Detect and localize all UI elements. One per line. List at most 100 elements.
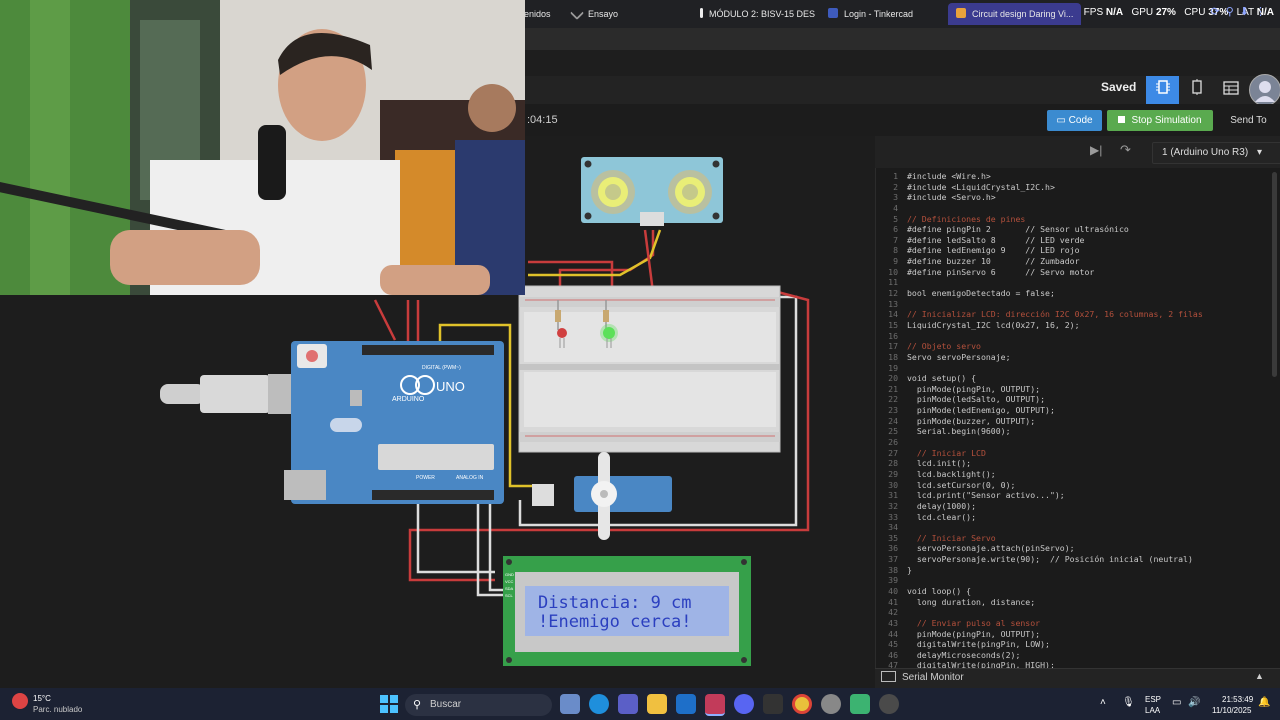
fps-value: N/A: [1105, 7, 1124, 18]
code-text: lcd.setCursor(0, 0);: [907, 479, 1016, 490]
code-text: // Definiciones de pines: [907, 213, 1026, 224]
line-number: 13: [888, 298, 898, 309]
lcd-display: Distancia: 9 cm !Enemigo cerca! GND VCC …: [503, 556, 751, 666]
step-over-icon[interactable]: ↷: [1120, 142, 1131, 158]
code-line: 26: [878, 437, 1274, 448]
code-line: 29 lcd.backlight();: [878, 469, 1274, 480]
language-indicator[interactable]: ESP: [1145, 695, 1161, 704]
line-number: 38: [888, 564, 898, 575]
line-number: 31: [888, 490, 898, 501]
browser-tab[interactable]: MÓDULO 2: BISV-15 DES: [696, 3, 815, 25]
play-icon[interactable]: ▶|: [1090, 143, 1102, 157]
component-list-button[interactable]: [1214, 76, 1247, 104]
board-select[interactable]: 1 (Arduino Uno R3) ▾: [1152, 142, 1280, 164]
code-text-area[interactable]: 1 #include <Wire.h> 2 #include <LiquidCryst…: [878, 171, 1274, 668]
code-line: 19: [878, 363, 1274, 374]
line-number: 22: [888, 394, 898, 405]
tab-label: enidos: [524, 9, 551, 19]
browser-tab[interactable]: Ensayo: [568, 3, 618, 25]
file-explorer-icon[interactable]: [647, 694, 667, 714]
code-line: 22 pinMode(ledSalto, OUTPUT);: [878, 394, 1274, 405]
opera-gx-icon[interactable]: [705, 694, 725, 716]
browser-tab[interactable]: Login - Tinkercad: [824, 3, 913, 25]
user-avatar[interactable]: [1249, 74, 1280, 106]
volume-icon[interactable]: 🔊: [1188, 697, 1200, 708]
weather-temperature[interactable]: 15°C: [33, 694, 51, 703]
code-scrollbar[interactable]: [1272, 172, 1277, 377]
cpu-label: CPU: [1184, 7, 1206, 18]
code-line: 4: [878, 203, 1274, 214]
search-placeholder: Buscar: [430, 699, 462, 710]
chevron-up-icon[interactable]: ▲: [1255, 671, 1264, 681]
line-number: 25: [888, 426, 898, 437]
line-number: 36: [888, 543, 898, 554]
code-line: 37 servoPersonaje.write(90); // Posición…: [878, 554, 1274, 565]
notification-icon[interactable]: 🔔: [1258, 697, 1270, 708]
code-line: 23 pinMode(ledEnemigo, OUTPUT);: [878, 405, 1274, 416]
copilot-icon[interactable]: [560, 694, 580, 714]
line-number: 35: [888, 532, 898, 543]
saved-status: Saved: [1101, 80, 1137, 94]
line-number: 20: [888, 373, 898, 384]
line-number: 44: [888, 628, 898, 639]
code-line: 5 // Definiciones de pines: [878, 214, 1274, 225]
code-line: 7 #define ledSalto 8 // LED verde: [878, 235, 1274, 246]
code-text: Serial.begin(9600);: [907, 426, 1011, 437]
clock-time[interactable]: 21:53:49: [1222, 695, 1253, 704]
code-button-label: Code: [1068, 115, 1093, 126]
code-text: // Objeto servo: [907, 341, 981, 352]
code-line: 42: [878, 607, 1274, 618]
outlook-icon[interactable]: [676, 694, 696, 714]
code-text: #include <LiquidCrystal_I2C.h>: [907, 181, 1055, 192]
code-text: digitalWrite(pingPin, HIGH);: [907, 660, 1055, 668]
tab-label: MÓDULO 2: BISV-15 DES: [709, 9, 816, 19]
epic-games-icon[interactable]: [763, 694, 783, 714]
tab-label: Ensayo: [588, 9, 619, 19]
tinkercad-icon: [956, 8, 966, 18]
obs-icon[interactable]: [879, 694, 899, 714]
schematic-view-button[interactable]: [1180, 76, 1213, 104]
extension-icons[interactable]: ⟳⚲⬇⋮: [1211, 5, 1273, 18]
send-to-button[interactable]: Send To: [1221, 110, 1276, 131]
weather-description[interactable]: Parc. nublado: [33, 705, 82, 714]
code-line: 1 #include <Wire.h>: [878, 171, 1274, 182]
lcd-pin-label: VCC: [505, 579, 514, 584]
code-line: 36 servoPersonaje.attach(pinServo);: [878, 543, 1274, 554]
line-number: 28: [888, 458, 898, 469]
line-number: 27: [888, 447, 898, 458]
code-line: 43 // Enviar pulso al sensor: [878, 618, 1274, 629]
usb-cable: [160, 374, 296, 414]
code-text: lcd.print("Sensor activo...");: [907, 490, 1065, 501]
code-text: pinMode(ledEnemigo, OUTPUT);: [907, 405, 1055, 416]
keyboard-layout[interactable]: LAA: [1145, 706, 1160, 715]
teams-icon[interactable]: [618, 694, 638, 714]
browser-tab-active[interactable]: Circuit design Daring Vi...: [948, 3, 1082, 25]
code-line: 47 digitalWrite(pingPin, HIGH);: [878, 660, 1274, 668]
discord-icon[interactable]: [734, 694, 754, 714]
code-button[interactable]: ▭ Code: [1047, 110, 1102, 131]
network-icon[interactable]: ▭: [1172, 697, 1181, 708]
edge-icon[interactable]: [589, 694, 609, 714]
board-select-value: 1 (Arduino Uno R3): [1162, 147, 1249, 158]
code-text: #define pinServo 6 // Servo motor: [907, 266, 1095, 277]
stop-simulation-button[interactable]: Stop Simulation: [1107, 110, 1213, 131]
app-icon[interactable]: [850, 694, 870, 714]
windows-start-icon[interactable]: [380, 695, 398, 713]
code-line: 34: [878, 522, 1274, 533]
code-line: 30 lcd.setCursor(0, 0);: [878, 480, 1274, 491]
chrome-icon[interactable]: [792, 694, 812, 714]
chevron-up-icon[interactable]: ˄: [1100, 697, 1106, 708]
microphone-icon[interactable]: 🎙: [1122, 697, 1135, 708]
line-number: 4: [893, 202, 898, 213]
code-line: 2 #include <LiquidCrystal_I2C.h>: [878, 182, 1274, 193]
line-number: 29: [888, 468, 898, 479]
line-number: 7: [893, 234, 898, 245]
taskbar-search[interactable]: [405, 694, 552, 716]
circuit-view-button[interactable]: [1146, 76, 1179, 104]
code-line: 41 long duration, distance;: [878, 597, 1274, 608]
clock-date[interactable]: 11/10/2025: [1212, 706, 1251, 715]
tab-label: Login - Tinkercad: [844, 9, 914, 19]
settings-icon[interactable]: [821, 694, 841, 714]
weather-icon[interactable]: [12, 693, 28, 709]
code-line: 12 bool enemigoDetectado = false;: [878, 288, 1274, 299]
